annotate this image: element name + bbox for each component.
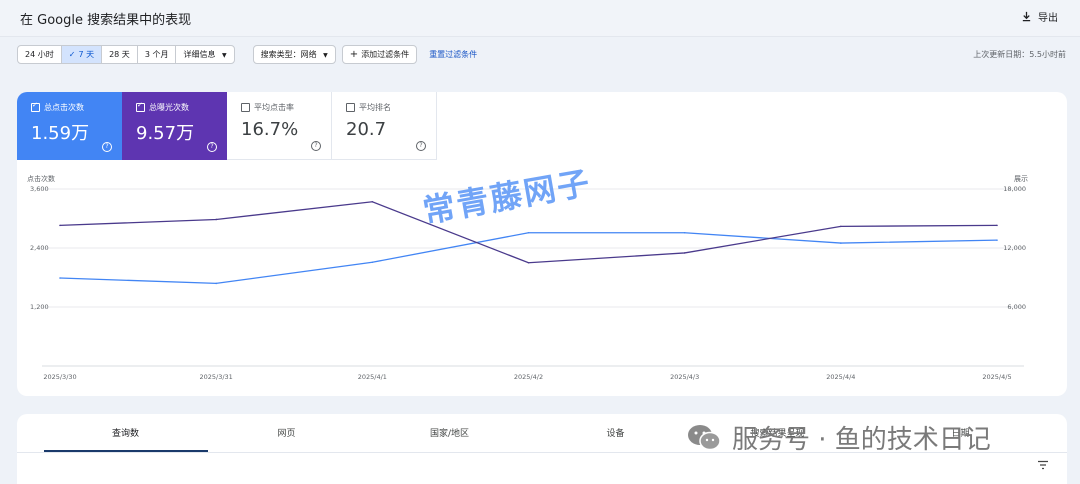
range-3m[interactable]: 3 个月 <box>138 46 177 63</box>
search-type-dropdown[interactable]: 搜索类型：网络 ▼ <box>252 45 336 64</box>
data-point <box>527 231 530 234</box>
plus-icon: + <box>349 49 359 60</box>
check-icon: ✓ <box>68 50 76 59</box>
last-updated-text: 上次更新日期：5.5小时前 <box>973 50 1066 59</box>
caret-down-icon: ▼ <box>222 52 227 59</box>
data-point <box>371 200 374 203</box>
x-tick-label: 2025/3/31 <box>199 373 232 381</box>
x-tick-label: 2025/3/30 <box>43 373 76 381</box>
x-tick-label: 2025/4/5 <box>982 373 1011 381</box>
date-range-selector: 24 小时 ✓ 7 天 28 天 3 个月 详细信息 ▼ <box>17 45 235 64</box>
x-tick-label: 2025/4/4 <box>826 373 855 381</box>
search-type-label: 搜索类型：网络 <box>260 50 317 59</box>
more-ranges-label: 详细信息 <box>183 50 216 59</box>
range-28d[interactable]: 28 天 <box>102 46 138 63</box>
add-filter-label: 添加过滤条件 <box>361 50 410 59</box>
tab-pages[interactable]: 网页 <box>206 426 367 439</box>
range-7d-label: 7 天 <box>78 50 95 59</box>
data-point <box>840 242 842 244</box>
series-line-0 <box>59 232 998 285</box>
performance-card: ✓ 总点击次数 1.59万 ? ✓ 总曝光次数 9.57万 ? 平均点击率 16.7… <box>17 92 1067 396</box>
data-point <box>371 261 374 264</box>
wechat-overlay: 服务号 · 鱼的技术日记 <box>686 419 991 456</box>
x-tick-label: 2025/4/2 <box>514 373 543 381</box>
y-left-tick-label: 1,200 <box>30 303 49 311</box>
page-title: 在 Google 搜索结果中的表现 <box>20 13 192 28</box>
wechat-icon <box>688 424 721 450</box>
data-point <box>215 218 217 221</box>
y-right-tick-label: 18,000 <box>1003 185 1026 193</box>
data-point <box>840 225 842 228</box>
x-tick-label: 2025/4/3 <box>670 373 699 381</box>
y-left-tick-label: 2,400 <box>30 244 49 252</box>
tab-devices[interactable]: 设备 <box>535 426 696 439</box>
overlay-text: 服务号 · 鱼的技术日记 <box>732 425 991 455</box>
filter-bar: 24 小时 ✓ 7 天 28 天 3 个月 详细信息 ▼ 搜索类型：网络 ▼ + 添… <box>17 45 477 64</box>
filter-icon[interactable] <box>1037 460 1049 470</box>
data-point <box>215 282 217 285</box>
x-tick-label: 2025/4/1 <box>358 373 387 381</box>
more-ranges-dropdown[interactable]: 详细信息 ▼ <box>176 46 233 63</box>
y-right-axis-title: 展示 <box>1014 175 1028 183</box>
y-right-tick-label: 12,000 <box>1003 244 1026 252</box>
data-point <box>683 231 686 234</box>
data-point <box>59 277 61 279</box>
y-left-axis-title: 点击次数 <box>27 174 55 183</box>
performance-chart: 点击次数 展示 3,600 18,000 2,400 12,000 1,200 6,000 20… <box>27 174 1028 381</box>
data-point <box>527 261 530 264</box>
data-point <box>59 224 61 227</box>
y-right-tick-label: 6,000 <box>1007 303 1026 311</box>
data-point <box>996 224 998 227</box>
top-bar: 在 Google 搜索结果中的表现 导出 <box>0 0 1080 37</box>
tab-countries[interactable]: 国家/地区 <box>369 426 530 439</box>
tab-queries[interactable]: 查询数 <box>45 426 206 439</box>
range-24h[interactable]: 24 小时 <box>18 46 62 63</box>
export-label: 导出 <box>1038 13 1058 24</box>
caret-down-icon: ▼ <box>323 52 328 59</box>
export-button[interactable]: 导出 <box>1021 9 1058 24</box>
reset-filters-link[interactable]: 重置过滤条件 <box>429 49 477 60</box>
data-point <box>996 239 998 241</box>
download-icon <box>1022 11 1031 22</box>
y-left-tick-label: 3,600 <box>30 185 49 193</box>
data-point <box>683 252 686 254</box>
range-7d[interactable]: ✓ 7 天 <box>61 46 103 63</box>
add-filter-button[interactable]: + 添加过滤条件 <box>341 45 418 64</box>
